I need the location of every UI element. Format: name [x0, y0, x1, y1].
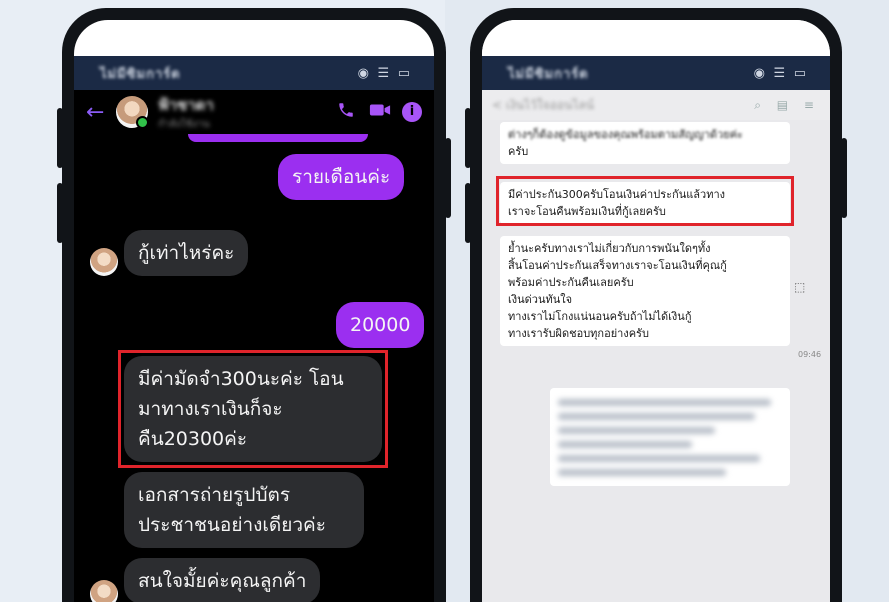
conversation-header: ← ฟ้าชาดา กำลังใช้งาน i [74, 90, 434, 134]
message-bubble-outgoing[interactable]: 20000 [336, 302, 425, 348]
carrier-text: ไม่มีซิมการ์ด [100, 66, 181, 82]
volume-button [57, 108, 63, 168]
info-icon[interactable]: i [402, 102, 422, 122]
message-bubble[interactable]: ต่างๆก็ต้องดูข้อมูลของคุณพร้อมตามสัญญาด้… [500, 122, 790, 164]
message-line: เงินด่วนทันใจ [508, 293, 573, 306]
message-bubble-incoming[interactable]: กู้เท่าไหร่คะ [124, 230, 249, 276]
message-line: สิ้นโอนค่าประกันเสร็จทางเราจะโอนเงินที่ค… [508, 259, 727, 272]
highlight-box [496, 176, 794, 226]
sender-avatar [90, 580, 118, 602]
line-phone: ไม่มีซิมการ์ด ◉ ☰ ▭ < เงินไว้ใจออนไลน์ ⌕… [465, 8, 847, 602]
message-list: รายเดือนค่ะ กู้เท่าไหร่คะ 20000 มีค่ามัด… [74, 134, 434, 602]
phone-icon[interactable] [334, 101, 358, 123]
message-bubble-incoming[interactable]: สนใจมั้ยค่ะคุณลูกค้า [124, 558, 321, 602]
message-bubble-blurred[interactable] [550, 388, 790, 486]
carrier-text: ไม่มีซิมการ์ด [508, 66, 589, 82]
status-bar: ไม่มีซิมการ์ด ◉ ☰ ▭ [482, 56, 830, 90]
chat-title[interactable]: < เงินไว้ใจออนไลน์ [492, 96, 754, 115]
status-icons: ◉ ☰ ▭ [753, 65, 808, 81]
status-bar: ไม่มีซิมการ์ด ◉ ☰ ▭ [74, 56, 434, 90]
message-line: ครับ [508, 145, 529, 158]
message-line: พร้อมค่าประกันคืนเลยครับ [508, 276, 634, 289]
message-bubble[interactable]: ย้ำนะครับทางเราไม่เกี่ยวกับการพนันใดๆทั้… [500, 236, 790, 346]
contact-name: ฟ้าชาดา [158, 95, 214, 114]
notch-area [482, 20, 830, 56]
highlight-box [118, 350, 388, 468]
power-button [841, 138, 847, 218]
power-button [445, 138, 451, 218]
line-chat-header: < เงินไว้ใจออนไลน์ ⌕ ▤ ≡ [482, 90, 830, 120]
previous-message-edge [188, 134, 368, 142]
message-bubble-incoming[interactable]: เอกสารถ่ายรูปบัตร ประชาชนอย่างเดียวค่ะ [124, 472, 364, 548]
messenger-screen: ไม่มีซิมการ์ด ◉ ☰ ▭ ← ฟ้าชาดา กำลังใช้งา… [74, 20, 434, 602]
blurred-text [558, 399, 782, 476]
volume-button [57, 183, 63, 243]
line-screen: ไม่มีซิมการ์ด ◉ ☰ ▭ < เงินไว้ใจออนไลน์ ⌕… [482, 20, 830, 602]
message-line: ย้ำนะครับทางเราไม่เกี่ยวกับการพนันใดๆทั้… [508, 242, 711, 255]
messenger-phone: ไม่มีซิมการ์ด ◉ ☰ ▭ ← ฟ้าชาดา กำลังใช้งา… [57, 8, 451, 602]
notch-area [74, 20, 434, 56]
message-line: ทางเราไม่โกงแน่นอนครับถ้าไม่ได้เงินกู้ [508, 310, 692, 323]
header-icons[interactable]: ⌕ ▤ ≡ [754, 98, 820, 113]
cursor-icon: ⬚ [794, 280, 806, 294]
message-list: ต่างๆก็ต้องดูข้อมูลของคุณพร้อมตามสัญญาด้… [482, 120, 830, 602]
volume-button [465, 108, 471, 168]
sender-avatar [90, 248, 118, 276]
message-time: 09:46 [798, 350, 822, 359]
message-bubble-outgoing[interactable]: รายเดือนค่ะ [278, 154, 405, 200]
message-line: ต่างๆก็ต้องดูข้อมูลของคุณพร้อมตามสัญญาด้… [508, 128, 743, 141]
contact-info[interactable]: ฟ้าชาดา กำลังใช้งาน [158, 93, 324, 132]
message-line: เอกสารถ่ายรูปบัตร [138, 484, 291, 506]
contact-status: กำลังใช้งาน [158, 118, 210, 130]
avatar[interactable] [116, 96, 149, 129]
video-icon[interactable] [368, 102, 392, 122]
volume-button [465, 183, 471, 243]
message-line: ประชาชนอย่างเดียวค่ะ [138, 514, 326, 536]
status-icons: ◉ ☰ ▭ [357, 65, 412, 81]
message-line: ทางเรารับผิดชอบทุกอย่างครับ [508, 327, 649, 340]
arrow-left-icon[interactable]: ← [86, 100, 106, 125]
